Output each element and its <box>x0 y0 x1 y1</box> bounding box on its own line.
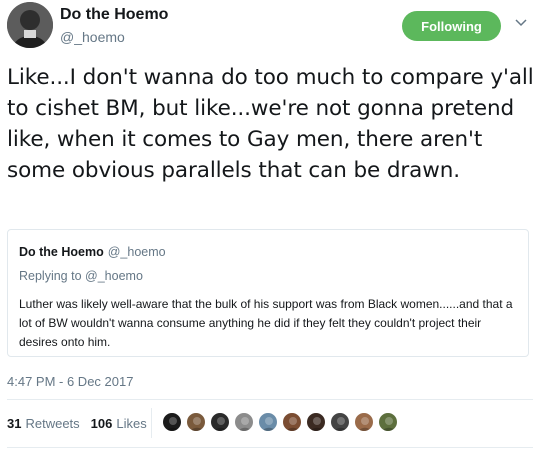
retweets-count: 31 <box>7 416 22 431</box>
retweets-label: Retweets <box>25 416 80 431</box>
chevron-down-icon[interactable] <box>514 16 528 30</box>
avatar-6-icon[interactable] <box>282 412 302 432</box>
replying-to-label: Replying to <box>19 269 82 283</box>
avatar-9-icon[interactable] <box>354 412 374 432</box>
author-avatar[interactable] <box>7 2 53 48</box>
avatar-1-icon[interactable] <box>162 412 182 432</box>
avatar-image <box>7 2 53 48</box>
quoted-tweet[interactable]: Do the Hoemo @_hoemo Replying to @_hoemo … <box>7 229 529 357</box>
avatar-7-icon[interactable] <box>306 412 326 432</box>
quoted-author-name: Do the Hoemo <box>19 245 104 259</box>
divider <box>7 399 533 400</box>
avatar-2-icon[interactable] <box>186 412 206 432</box>
avatar-5-icon[interactable] <box>258 412 278 432</box>
likes-count: 106 <box>90 416 113 431</box>
avatar-4-icon[interactable] <box>234 412 254 432</box>
avatar-3-icon[interactable] <box>210 412 230 432</box>
tweet-stats: 31 Retweets 106 Likes <box>7 416 158 431</box>
replying-to: Replying to @_hoemo <box>19 269 143 283</box>
divider <box>7 447 533 448</box>
author-name[interactable]: Do the Hoemo <box>60 6 168 24</box>
likes-label: Likes <box>116 416 147 431</box>
following-button[interactable]: Following <box>402 11 501 41</box>
quoted-author-handle: @_hoemo <box>107 245 166 259</box>
quoted-tweet-text: Luther was likely well-aware that the bu… <box>19 297 513 349</box>
replying-to-handle[interactable]: @_hoemo <box>85 269 143 283</box>
author-handle[interactable]: @_hoemo <box>60 29 125 45</box>
likes-stat[interactable]: 106 Likes <box>91 416 147 431</box>
avatar-8-icon[interactable] <box>330 412 350 432</box>
retweets-stat[interactable]: 31 Retweets <box>7 416 80 431</box>
tweet-card: Do the Hoemo @_hoemo Following Like...I … <box>0 0 540 456</box>
tweet-timestamp[interactable]: 4:47 PM - 6 Dec 2017 <box>7 374 133 389</box>
quoted-author: Do the Hoemo @_hoemo <box>19 245 166 259</box>
liker-avatars <box>162 412 402 432</box>
avatar-10-icon[interactable] <box>378 412 398 432</box>
tweet-text: Like...I don't wanna do too much to comp… <box>7 65 534 183</box>
stats-separator <box>151 408 152 438</box>
